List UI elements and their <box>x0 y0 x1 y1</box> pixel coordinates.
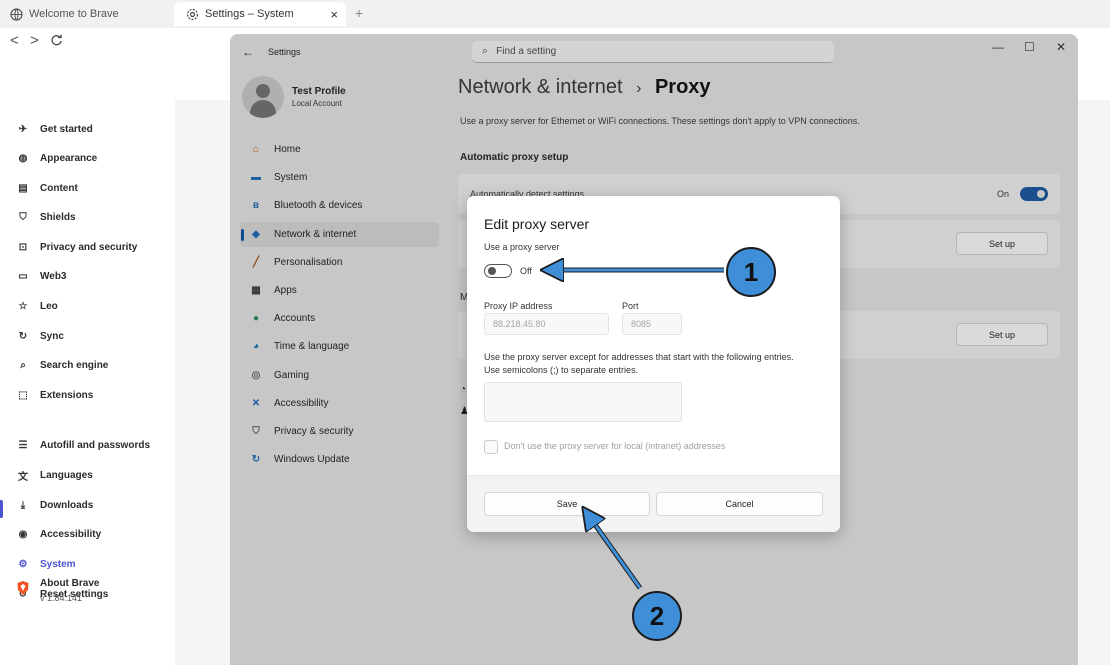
step-badge-2: 2 <box>632 591 682 641</box>
step-badge-1: 1 <box>726 247 776 297</box>
annotation-arrows <box>0 0 724 590</box>
